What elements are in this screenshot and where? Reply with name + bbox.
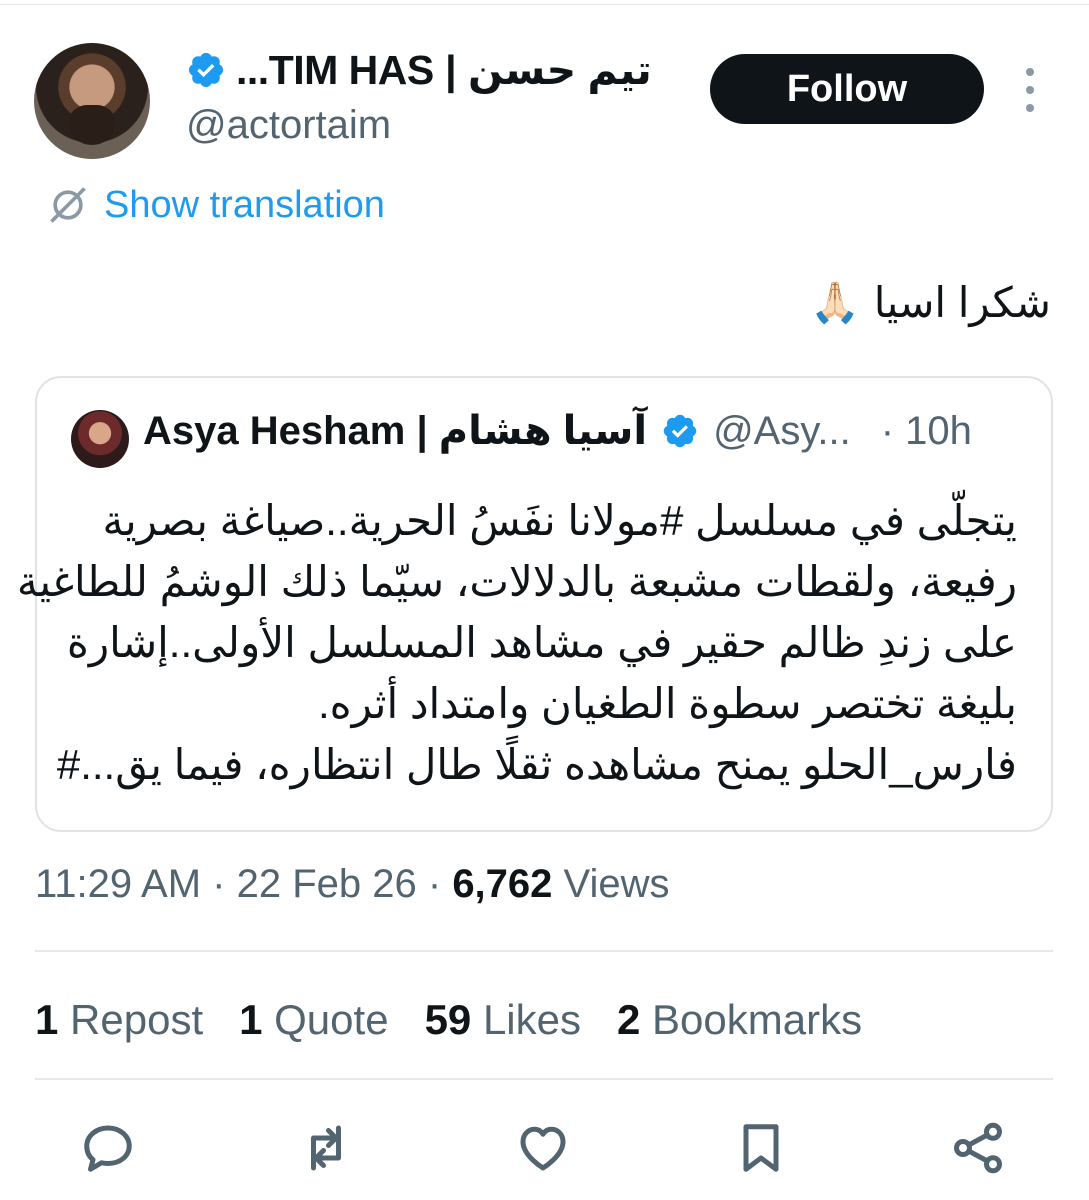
repost-icon[interactable] [296,1118,356,1178]
more-options-icon[interactable] [1016,68,1044,112]
tweet-text: شكرا اسيا 🙏🏻 [810,278,1051,327]
engagement-stats: 1 Repost 1 Quote 59 Likes 2 Bookmarks [35,996,862,1044]
quoted-tweet[interactable]: Asya Hesham | آسيا هشام @Asy... · 10h يت… [16,376,1053,832]
views-count: 6,762 [452,862,553,906]
tweet-time[interactable]: 11:29 AM [35,862,201,906]
views-label: Views [563,862,670,906]
quote-author-handle: @Asy... [713,408,851,453]
show-translation-link[interactable]: Show translation [46,183,385,227]
likes-stat[interactable]: 59 Likes [425,996,581,1044]
quote-author-avatar [71,410,129,468]
bookmarks-stat[interactable]: 2 Bookmarks [617,996,862,1044]
quote-line: فارس_الحلو يمنح مشاهده ثقلًا طال انتظاره… [56,741,1017,788]
reposts-stat[interactable]: 1 Repost [35,996,203,1044]
tweet-date[interactable]: 22 Feb 26 [237,862,417,906]
action-bar [78,1118,1008,1178]
translate-icon [50,187,86,223]
quotes-stat[interactable]: 1 Quote [239,996,388,1044]
share-icon[interactable] [948,1118,1008,1178]
quote-line: يتجلّى في مسلسل #مولانا نفَسُ الحرية..صي… [102,497,1017,544]
quote-line: بليغة تختصر سطوة الطغيان وامتداد أثره. [317,680,1017,727]
author-name-row[interactable]: تيم حسن | TIM HAS... [186,45,652,95]
actions-top-divider [35,1078,1053,1080]
quote-timestamp: · 10h [880,408,972,453]
like-icon[interactable] [513,1118,573,1178]
quote-author-name: Asya Hesham | آسيا هشام [143,409,648,453]
verified-badge-icon [188,52,224,88]
bookmark-icon[interactable] [731,1118,791,1178]
follow-button[interactable]: Follow [710,54,984,124]
stats-top-divider [35,950,1053,952]
quote-line: على زندِ ظالم حقير في مشاهد المسلسل الأو… [66,619,1017,666]
top-divider [0,4,1089,5]
quote-line: رفيعة، ولقطات مشبعة بالدلالات، سيّما ذلك… [16,558,1017,605]
show-translation-label: Show translation [104,183,385,226]
author-handle[interactable]: @actortaim [186,103,391,148]
quote-body: يتجلّى في مسلسل #مولانا نفَسُ الحرية..صي… [16,490,1017,795]
author-name: تيم حسن | TIM HAS... [236,47,652,93]
tweet-text-body: شكرا اسيا [873,279,1051,326]
reply-icon[interactable] [78,1118,138,1178]
quote-verified-badge-icon [663,414,697,448]
tweet-meta: 11:29 AM · 22 Feb 26 · 6,762 Views [35,862,670,906]
quote-header: Asya Hesham | آسيا هشام @Asy... · 10h [143,408,972,454]
author-avatar[interactable] [34,43,150,159]
folded-hands-emoji: 🙏🏻 [809,281,860,325]
